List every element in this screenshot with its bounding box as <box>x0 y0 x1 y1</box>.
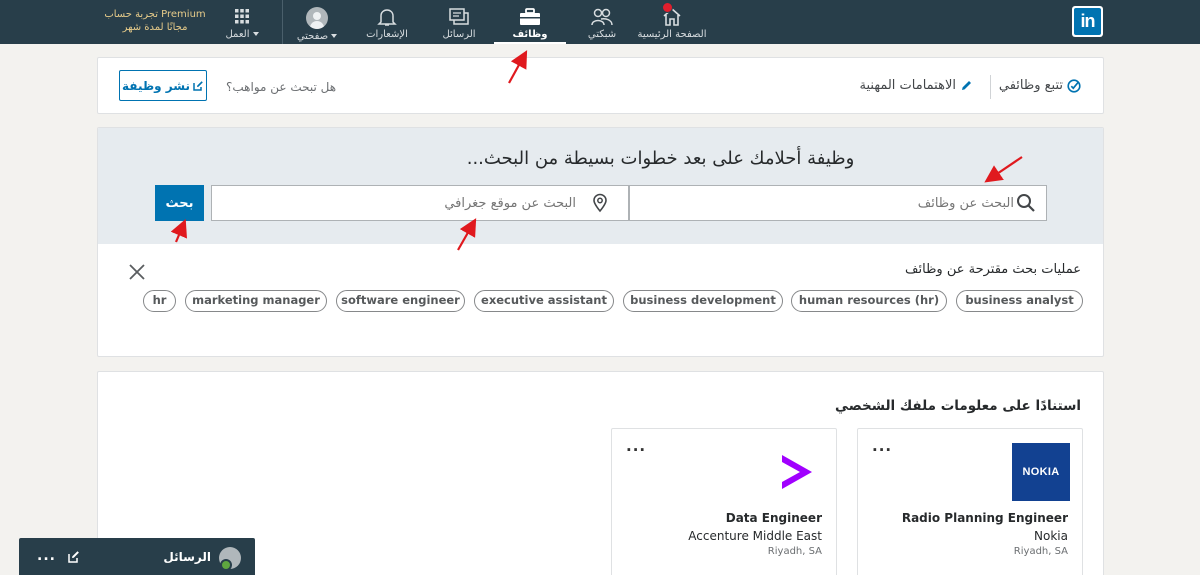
suggested-searches-title: عمليات بحث مقترحة عن وظائف <box>905 262 1081 277</box>
suggestion-pill[interactable]: executive assistant <box>474 290 614 312</box>
keyword-search-input[interactable] <box>634 186 1014 220</box>
nav-jobs[interactable]: وظائف <box>494 0 566 44</box>
job-location: Riyadh, SA <box>1013 546 1068 557</box>
job-title[interactable]: Data Engineer <box>726 511 822 525</box>
avatar <box>219 547 241 571</box>
top-navbar: in الصفحة الرئيسية شبكتي وظائف الرسائل ا… <box>0 0 1200 44</box>
linkedin-logo[interactable]: in <box>1072 6 1103 37</box>
messaging-icon <box>449 8 469 25</box>
tracked-jobs-link[interactable]: تتبع وظائفي <box>999 78 1081 93</box>
search-hero: وظيفة أحلامك على بعد خطوات بسيطة من البح… <box>98 128 1103 244</box>
location-pin-icon <box>593 193 607 213</box>
jobs-subheader: تتبع وظائفي الاهتمامات المهنية هل تبحث ع… <box>97 57 1104 114</box>
suggestion-pill[interactable]: software engineer <box>336 290 465 312</box>
compose-icon <box>193 81 203 91</box>
suggestion-pill[interactable]: hr <box>143 290 176 312</box>
nav-notifications-label: الإشعارات <box>366 29 408 40</box>
post-job-label: نشر وظيفة <box>122 78 190 93</box>
nav-work-label: العمل <box>225 29 250 40</box>
career-interests-label: الاهتمامات المهنية <box>859 78 956 93</box>
recommended-jobs-title: استنادًا على معلومات ملفك الشخصي <box>835 398 1081 414</box>
nav-notifications[interactable]: الإشعارات <box>350 0 424 44</box>
avatar-icon <box>306 7 328 29</box>
job-title[interactable]: Radio Planning Engineer <box>902 511 1068 525</box>
talent-question: هل تبحث عن مواهب؟ <box>226 80 337 94</box>
suggestion-pill[interactable]: business development <box>623 290 783 312</box>
location-search-box <box>211 185 629 221</box>
search-icon <box>1017 194 1035 212</box>
nav-messaging[interactable]: الرسائل <box>428 0 490 44</box>
premium-line-2: مجانًا لمدة شهر <box>122 22 188 33</box>
tracked-jobs-label: تتبع وظائفي <box>998 78 1063 93</box>
premium-line-1: تجربة حساب Premium <box>104 9 206 20</box>
keyword-search-box <box>629 185 1047 221</box>
nav-network-label: شبكتي <box>587 29 617 40</box>
network-icon <box>591 8 613 26</box>
messaging-dock[interactable]: الرسائل ... <box>19 538 255 575</box>
job-company: Nokia <box>1034 529 1068 543</box>
grid-icon <box>235 9 249 24</box>
check-circle-icon <box>1067 78 1081 93</box>
more-options-icon[interactable]: ... <box>37 548 56 564</box>
job-card[interactable]: ... Data Engineer Accenture Middle East … <box>611 428 837 575</box>
nav-jobs-label: وظائف <box>512 29 548 40</box>
briefcase-icon <box>520 8 540 25</box>
nav-home[interactable]: الصفحة الرئيسية <box>634 0 710 44</box>
job-location: Riyadh, SA <box>767 546 822 557</box>
company-logo: NOKIA <box>1012 443 1070 501</box>
premium-trial-link[interactable]: تجربة حساب Premium مجانًا لمدة شهر <box>100 8 210 34</box>
subbar-divider <box>990 75 991 99</box>
job-search-card: وظيفة أحلامك على بعد خطوات بسيطة من البح… <box>97 127 1104 357</box>
search-headline: وظيفة أحلامك على بعد خطوات بسيطة من البح… <box>466 148 855 169</box>
search-button[interactable]: بحث <box>155 185 204 221</box>
more-options-icon[interactable]: ... <box>626 437 646 455</box>
suggestion-pill[interactable]: business analyst <box>956 290 1083 312</box>
nav-work[interactable]: العمل <box>216 0 268 44</box>
more-options-icon[interactable]: ... <box>872 437 892 455</box>
chevron-down-icon <box>252 32 259 36</box>
company-logo <box>766 443 824 501</box>
location-search-input[interactable] <box>216 186 576 220</box>
chevron-down-icon <box>331 34 338 38</box>
notification-badge <box>662 2 673 13</box>
suggestion-pill[interactable]: marketing manager <box>185 290 327 312</box>
compose-icon[interactable] <box>67 550 81 564</box>
nav-me[interactable]: صفحتي <box>286 0 348 44</box>
job-card[interactable]: ... NOKIA Radio Planning Engineer Nokia … <box>857 428 1083 575</box>
pencil-icon <box>962 81 971 90</box>
messaging-dock-label: الرسائل <box>163 550 211 564</box>
suggestion-pill[interactable]: human resources (hr) <box>791 290 947 312</box>
nav-messaging-label: الرسائل <box>442 29 476 40</box>
post-job-button[interactable]: نشر وظيفة <box>119 70 207 101</box>
nav-divider <box>282 0 283 44</box>
career-interests-link[interactable]: الاهتمامات المهنية <box>860 78 973 93</box>
job-company: Accenture Middle East <box>688 529 822 543</box>
close-icon[interactable] <box>127 262 147 282</box>
nav-home-label: الصفحة الرئيسية <box>637 29 707 40</box>
accenture-logo-icon <box>782 455 812 489</box>
nav-me-label: صفحتي <box>296 31 329 42</box>
nav-network[interactable]: شبكتي <box>572 0 632 44</box>
bell-icon <box>377 9 397 26</box>
